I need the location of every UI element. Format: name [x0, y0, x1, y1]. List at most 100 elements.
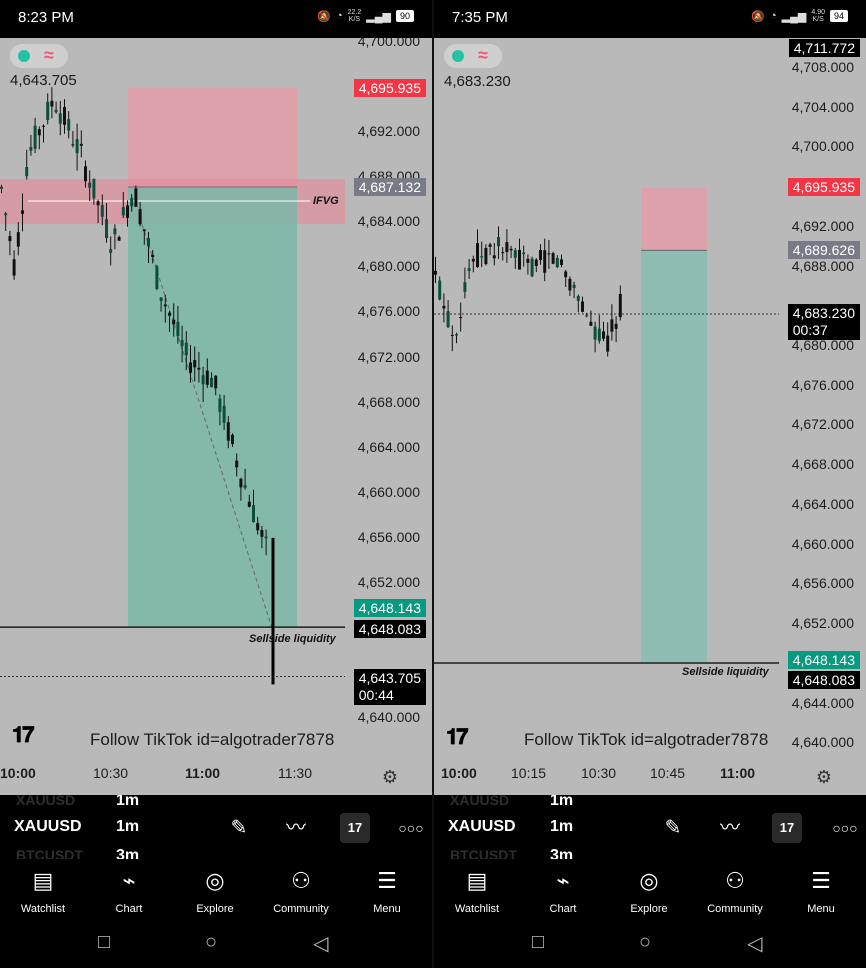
y-tick: 4,676.000 [357, 303, 420, 320]
status-bar: 7:35 PM 🔕 ◔ ▂▄▆ 4.90 K/S 94 [434, 0, 866, 38]
candle-body [0, 186, 3, 189]
nav-menu[interactable]: ☰ Menu [778, 867, 864, 915]
candle-body [247, 501, 251, 507]
target-price-tag: 4,648.143 [353, 599, 426, 617]
candle-body [530, 258, 534, 277]
prev-timeframe: 1m [550, 795, 574, 809]
candle-body [58, 113, 62, 124]
candle-body [210, 377, 213, 388]
sellside-liquidity-label: Sellside liquidity [682, 666, 769, 678]
tradingview-logo: 𝟏𝟕 [446, 724, 469, 749]
candle-body [484, 247, 488, 265]
candle-body [256, 523, 260, 531]
watchlist-icon: ▤ [466, 868, 488, 893]
recents-icon[interactable]: □ [98, 931, 110, 954]
nav-community[interactable]: ⚇ Community [258, 867, 344, 915]
candle-body [568, 278, 572, 291]
back-icon[interactable]: ◁ [747, 931, 762, 956]
candle-body [467, 268, 471, 271]
recents-icon[interactable]: □ [532, 931, 544, 954]
y-tick: 4,644.000 [791, 694, 854, 711]
target-price-tag: 4,648.143 [787, 651, 860, 669]
nav-explore[interactable]: ◎ Explore [606, 867, 692, 915]
battery-icon: 90 [395, 10, 414, 22]
candle-body [138, 209, 142, 225]
right-screenshot: 7:35 PM 🔕 ◔ ▂▄▆ 4.90 K/S 94 ≈ 4,683.230 4… [434, 0, 866, 968]
time-axis[interactable]: 10:00 10:15 10:30 10:45 11:00 ⚙ [434, 765, 866, 795]
tradingview-icon[interactable]: 17 [772, 813, 802, 843]
status-time: 7:35 PM [452, 9, 508, 26]
candle-body [585, 315, 589, 317]
chart-pane[interactable]: ≈ 4,643.705 4,700.000 4,692.000 4,688.000 4… [0, 38, 432, 795]
compass-icon: ◎ [205, 868, 225, 893]
candle-body [513, 250, 517, 258]
time-axis[interactable]: 10:00 10:30 11:00 11:30 ⚙ [0, 765, 432, 795]
home-icon[interactable]: ○ [205, 931, 217, 954]
candle-body [522, 252, 526, 255]
candle-body [252, 505, 255, 523]
y-tick: 4,672.000 [791, 416, 854, 433]
nav-watchlist[interactable]: ▤ Watchlist [434, 867, 520, 915]
nav-menu[interactable]: ☰ Menu [344, 867, 430, 915]
candle-body [551, 253, 555, 264]
bottom-nav: ▤ Watchlist ⌁ Chart ◎ Explore ⚇ Community ☰ M… [434, 859, 866, 919]
candle-body [434, 270, 437, 275]
y-tick: 4,692.000 [357, 123, 420, 140]
more-icon[interactable]: ○○○ [830, 813, 860, 843]
home-icon[interactable]: ○ [639, 931, 651, 954]
nav-chart[interactable]: ⌁ Chart [520, 867, 606, 915]
mute-icon: 🔕 [317, 10, 331, 23]
more-icon[interactable]: ○○○ [396, 813, 426, 843]
status-bar: 8:23 PM 🔕 ◔ 22.2 K/S ▂▄▆ 90 [0, 0, 432, 38]
candle-body [109, 249, 113, 253]
header-price: 4,643.705 [10, 72, 77, 89]
compass-icon: ◎ [639, 868, 659, 893]
candle-body [96, 201, 100, 206]
y-tick: 4,668.000 [791, 456, 854, 473]
market-open-icon [452, 50, 464, 62]
session-toggle[interactable]: ≈ [10, 44, 68, 68]
network-speed: 22.2 K/S [347, 9, 362, 23]
settings-icon[interactable]: ⚙ [382, 767, 398, 788]
top-price-tag: 4,711.772 [788, 39, 860, 57]
candle-body [218, 398, 222, 412]
nav-watchlist[interactable]: ▤ Watchlist [0, 867, 86, 915]
tradingview-icon[interactable]: 17 [340, 813, 370, 843]
take-profit-zone [641, 250, 707, 663]
candle-body [113, 228, 117, 235]
symbol-selector[interactable]: XAUUSD [14, 818, 82, 836]
mute-icon: 🔕 [751, 10, 765, 23]
left-screenshot: 8:23 PM 🔕 ◔ 22.2 K/S ▂▄▆ 90 ≈ 4,643.705 4… [0, 0, 432, 968]
y-tick: 4,688.000 [791, 257, 854, 274]
indicators-icon[interactable]: 〰 [715, 813, 745, 843]
candle-body [534, 259, 538, 266]
candle-body [547, 253, 551, 255]
y-tick: 4,652.000 [357, 573, 420, 590]
back-icon[interactable]: ◁ [313, 931, 328, 956]
pen-icon[interactable]: ✎ [224, 813, 254, 843]
chart-pane[interactable]: ≈ 4,683.230 4,708.000 4,704.000 4,700.000 4… [434, 38, 866, 795]
timeframe-selector[interactable]: 1m [550, 818, 573, 836]
wave-icon: ≈ [478, 45, 488, 65]
settings-icon[interactable]: ⚙ [816, 767, 832, 788]
timeframe-selector[interactable]: 1m [116, 818, 139, 836]
nav-community[interactable]: ⚇ Community [692, 867, 778, 915]
candle-body [618, 294, 622, 318]
pen-icon[interactable]: ✎ [658, 813, 688, 843]
symbol-selector[interactable]: XAUUSD [448, 818, 516, 836]
session-toggle[interactable]: ≈ [444, 44, 502, 68]
nav-explore[interactable]: ◎ Explore [172, 867, 258, 915]
chart-icon: ⌁ [556, 868, 570, 893]
y-tick: 4,704.000 [791, 98, 854, 115]
candle-body [459, 317, 463, 319]
candle-body [543, 250, 547, 273]
candle-body [555, 257, 559, 268]
candle-body [260, 530, 264, 537]
entry-price-tag: 4,689.626 [787, 241, 860, 259]
y-tick: 4,652.000 [791, 615, 854, 632]
indicators-icon[interactable]: 〰 [281, 813, 311, 843]
candle-body [37, 129, 41, 136]
nav-chart[interactable]: ⌁ Chart [86, 867, 172, 915]
candle-body [197, 367, 201, 370]
liquidity-price-tag: 4,648.083 [787, 671, 860, 689]
